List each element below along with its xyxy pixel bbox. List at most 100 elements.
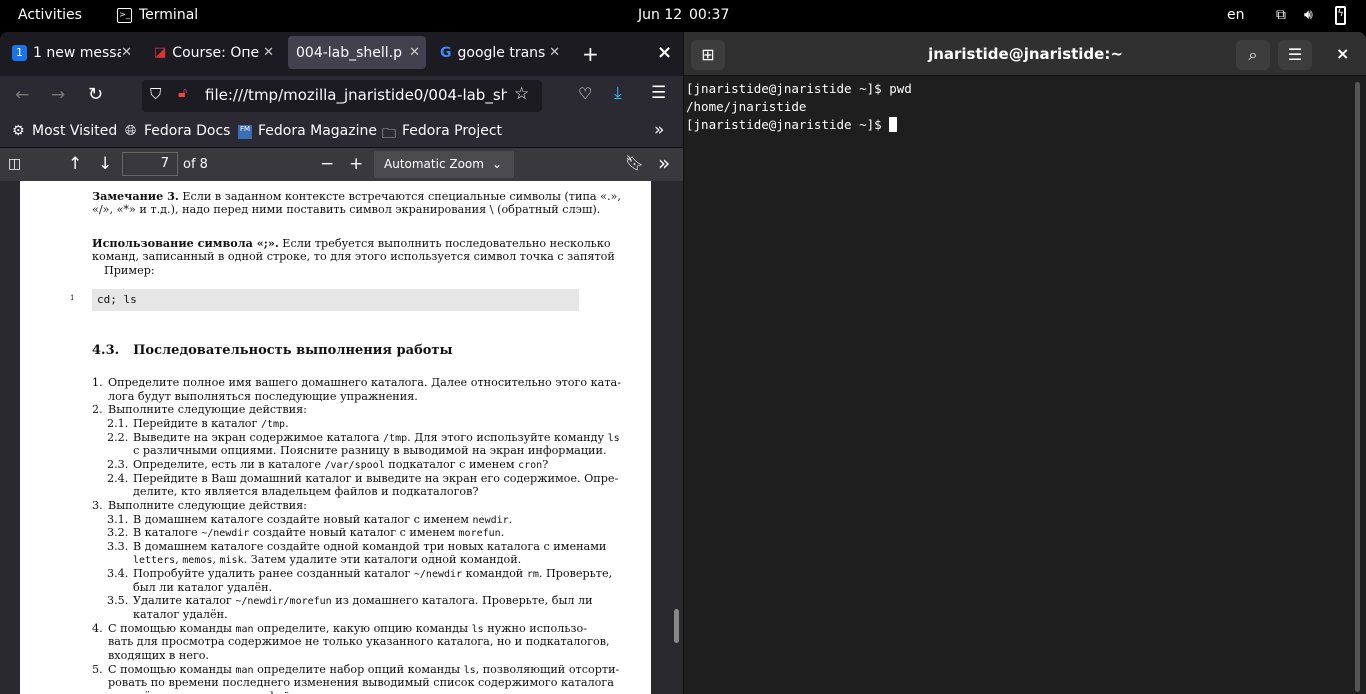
close-tab-icon[interactable]: ✕ xyxy=(263,45,274,60)
inline-code: ls xyxy=(471,623,484,635)
close-window-button[interactable]: × xyxy=(657,42,672,63)
bookmark-most-visited[interactable]: Most Visited xyxy=(32,123,117,139)
clock-date[interactable]: Jun 12 xyxy=(638,7,682,23)
list-number: 2.1. xyxy=(107,416,129,430)
pdf-page: Замечание 3. Если в заданном контексте в… xyxy=(20,181,651,694)
list-item-line: каталог удалён. xyxy=(133,608,228,621)
text: с различными опциями. Поясните разницу в… xyxy=(133,444,607,458)
shield-icon[interactable]: ⛉ xyxy=(150,85,161,103)
tab-pdf-active[interactable]: 004-lab_shell.pdf ✕ xyxy=(288,36,426,69)
insecure-lock-icon[interactable]: 🔓︎ xyxy=(178,85,187,101)
close-tab-icon[interactable]: ✕ xyxy=(549,45,560,60)
page-count: of 8 xyxy=(183,157,208,172)
terminal-window: ⊞ jnaristide@jnaristide:~ ⌕ ☰ × [jnarist… xyxy=(683,32,1366,694)
scrollbar[interactable] xyxy=(674,609,679,643)
clock-time[interactable]: 00:37 xyxy=(689,7,729,23)
tab-google-translate[interactable]: G google translate ✕ xyxy=(432,36,566,69)
network-icon[interactable]: ⧉ xyxy=(1276,7,1286,23)
list-item-line: letters, memos, misk. Затем удалите эти … xyxy=(133,553,521,566)
app-menu-icon[interactable]: ☰ xyxy=(651,83,666,103)
text: Определите полное имя вашего домашнего к… xyxy=(108,376,621,389)
tab-course[interactable]: ◪ Course: Операционные системы ✕ xyxy=(146,36,280,69)
bookmark-star-icon[interactable]: ☆ xyxy=(514,84,529,104)
moodle-icon: ◪ xyxy=(154,45,167,60)
inline-code: morefun xyxy=(458,528,501,540)
list-item-line: делите, кто является владельцем файлов и… xyxy=(133,485,478,498)
text: ровать по времени последнего изменения в… xyxy=(108,676,614,690)
new-tab-button[interactable]: + xyxy=(582,42,599,66)
next-page-button[interactable]: ↓ xyxy=(98,154,112,174)
section-heading: 4.3. Последовательность выполнения работы xyxy=(92,343,453,358)
text: . Затем удалите эти каталоги одной коман… xyxy=(243,553,522,567)
keyboard-layout[interactable]: en xyxy=(1227,7,1245,23)
note-label: Замечание 3. xyxy=(92,189,179,203)
text: был ли каталог удалён. xyxy=(133,580,273,594)
text: подкаталог с именем xyxy=(384,457,519,471)
text: С помощью команды xyxy=(108,621,236,635)
zoom-value: Automatic Zoom xyxy=(384,157,484,171)
battery-icon[interactable]: ϟ xyxy=(1335,6,1346,25)
url-text[interactable]: file:///tmp/mozilla_jnaristide0/004-lab_… xyxy=(205,86,507,104)
usage-label: Использование символа «;». xyxy=(92,236,279,250)
sidebar-toggle-icon[interactable]: ◫ xyxy=(8,156,21,172)
downloads-icon[interactable]: ⤓ xyxy=(614,83,622,103)
list-number: 3.1. xyxy=(107,512,129,526)
more-bookmarks-chevron-icon[interactable]: » xyxy=(654,120,664,140)
text: лога будут выполняться последующие упраж… xyxy=(108,389,418,403)
inline-code: letters xyxy=(133,555,176,567)
tab-label: 004-lab_shell.pdf xyxy=(296,44,402,61)
previous-page-button[interactable]: ↑ xyxy=(68,154,82,174)
inline-code: /tmp xyxy=(383,432,408,444)
terminal-line: /home/jnaristide xyxy=(686,99,807,114)
bookmark-fedora-magazine[interactable]: Fedora Magazine xyxy=(258,123,377,139)
inline-code: ls xyxy=(463,664,476,676)
terminal-output[interactable]: [jnaristide@jnaristide ~]$ pwd /home/jna… xyxy=(686,80,912,134)
reload-button[interactable]: ↻ xyxy=(88,84,103,105)
tab-label: google translate xyxy=(457,44,546,61)
volume-icon[interactable]: 🔊︎ xyxy=(1304,7,1313,23)
text: Определите, есть ли в каталоге xyxy=(133,457,325,471)
inline-code: ~/newdir/morefun xyxy=(235,596,332,608)
zoom-out-button[interactable]: − xyxy=(320,154,334,174)
chevron-down-icon: ⌄ xyxy=(491,157,502,171)
pocket-icon[interactable]: ♡ xyxy=(578,84,592,103)
bookmark-fedora-docs[interactable]: Fedora Docs xyxy=(144,123,230,139)
text: С помощью команды xyxy=(108,662,236,676)
text: В каталоге xyxy=(133,526,202,540)
text: каталог удалён. xyxy=(133,608,228,622)
url-bar[interactable]: ⛉ 🔓︎ file:///tmp/mozilla_jnaristide0/004… xyxy=(142,80,542,112)
activities-button[interactable]: Activities xyxy=(18,7,82,23)
bookmark-icon[interactable]: 🔖︎ xyxy=(625,154,644,172)
zoom-select[interactable]: Automatic Zoom ⌄ xyxy=(374,151,514,178)
list-number: 2.3. xyxy=(107,457,129,471)
close-button[interactable]: × xyxy=(1336,44,1349,63)
back-button[interactable]: ← xyxy=(15,85,29,105)
search-button[interactable]: ⌕ xyxy=(1236,40,1270,70)
close-tab-icon[interactable]: ✕ xyxy=(409,45,420,60)
tab-messages[interactable]: 1 1 new message ✕ xyxy=(4,36,138,69)
navigation-toolbar: ← → ↻ ⛉ 🔓︎ file:///tmp/mozilla_jnaristid… xyxy=(0,76,683,116)
text: с развёрнутым описанием файлов. xyxy=(108,690,314,694)
inline-code: /tmp xyxy=(260,418,286,430)
menu-button[interactable]: ☰ xyxy=(1278,40,1312,70)
list-number: 2.2. xyxy=(107,430,129,444)
zoom-in-button[interactable]: + xyxy=(349,154,363,174)
app-menu[interactable]: Terminal xyxy=(139,7,198,23)
bookmark-fedora-project[interactable]: Fedora Project xyxy=(402,123,502,139)
text: Если требуется выполнить последовательно… xyxy=(278,237,611,250)
close-tab-icon[interactable]: ✕ xyxy=(121,45,132,60)
list-number: 1. xyxy=(92,376,103,389)
tab-label: 1 new message xyxy=(33,44,121,61)
list-item-line: В домашнем каталоге создайте новый катал… xyxy=(133,513,512,526)
usage-paragraph: Использование символа «;». Если требуетс… xyxy=(92,236,611,250)
page-number-input[interactable]: 7 xyxy=(122,152,178,176)
messenger-icon: 1 xyxy=(12,44,27,61)
list-item-line: Выведите на экран содержимое каталога /t… xyxy=(133,431,620,444)
tools-chevron-icon[interactable]: » xyxy=(658,151,670,175)
forward-button[interactable]: → xyxy=(51,85,65,105)
list-item-line: с развёрнутым описанием файлов. xyxy=(108,690,314,694)
terminal-scrollbar[interactable] xyxy=(1355,82,1360,692)
text-line: команд, записанный в одной строке, то дл… xyxy=(92,250,615,263)
text: определите, какую опцию команды xyxy=(253,621,472,635)
firefox-window: 1 1 new message ✕ ◪ Course: Операционные… xyxy=(0,32,683,694)
